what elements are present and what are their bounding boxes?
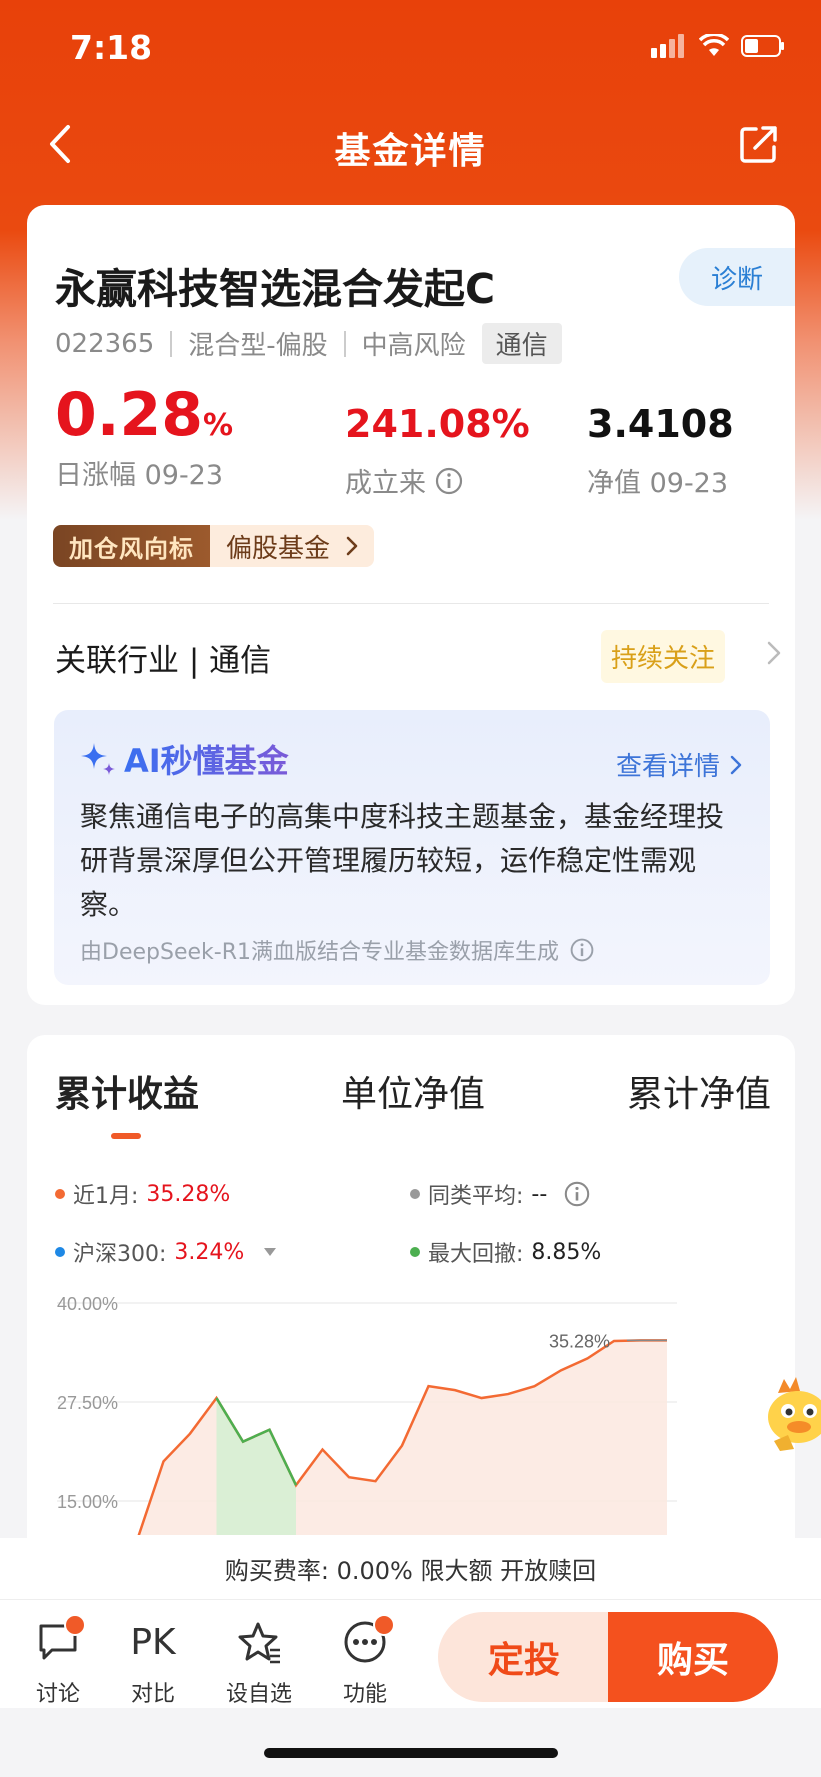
functions-label: 功能 bbox=[342, 1682, 387, 1707]
purchase-fee-info: 购买费率: 0.00% 限大额 开放赎回 bbox=[0, 1538, 821, 1600]
legend-avg-label: 同类平均: bbox=[428, 1184, 524, 1209]
share-icon bbox=[740, 126, 777, 163]
since-inception-stat: 241.08% 成立来 bbox=[345, 405, 530, 500]
caret-down-icon bbox=[264, 1248, 277, 1256]
star-icon bbox=[238, 1622, 280, 1664]
ai-footnote-text: 由DeepSeek-R1满血版结合专业基金数据库生成 bbox=[80, 940, 559, 965]
daily-change-value: 0.28 bbox=[55, 380, 204, 450]
compare-button[interactable]: PK 对比 bbox=[113, 1618, 193, 1708]
plot-area bbox=[137, 1339, 667, 1535]
signal-icon bbox=[651, 34, 684, 58]
separator bbox=[170, 330, 173, 357]
watchlist-label: 设自选 bbox=[225, 1682, 292, 1707]
daily-change-unit: % bbox=[203, 408, 234, 443]
nav-bar: 基金详情 bbox=[0, 100, 821, 190]
ai-link-label: 查看详情 bbox=[615, 752, 720, 782]
ai-summary-text: 聚焦通信电子的高集中度科技主题基金，基金经理投研背景深厚但公开管理履历较短，运作… bbox=[80, 800, 725, 921]
divider bbox=[53, 603, 769, 604]
fund-meta-row: 022365 混合型-偏股 中高风险 通信 bbox=[55, 323, 562, 364]
tab-cumulative-return[interactable]: 累计收益 bbox=[55, 1065, 199, 1117]
discuss-label: 讨论 bbox=[35, 1682, 80, 1707]
legend-dot bbox=[410, 1189, 420, 1199]
info-icon[interactable] bbox=[434, 466, 464, 496]
tab-cumulative-nav[interactable]: 累计净值 bbox=[627, 1065, 771, 1117]
buy-button[interactable]: 购买 bbox=[608, 1612, 778, 1702]
legend-avg-value: -- bbox=[531, 1181, 548, 1207]
fund-info-card: 永赢科技智选混合发起C 诊断 022365 混合型-偏股 中高风险 通信 0.2… bbox=[27, 205, 795, 1005]
y-tick-label: 15.00% bbox=[57, 1492, 118, 1512]
share-button[interactable] bbox=[731, 116, 787, 172]
end-value-label: 35.28% bbox=[549, 1331, 610, 1351]
legend-dot bbox=[410, 1247, 420, 1257]
daily-change-label: 日涨幅 09-23 bbox=[55, 460, 224, 491]
sparkle-icon bbox=[81, 743, 115, 775]
nav-value: 3.4108 bbox=[587, 402, 734, 446]
legend-fund-value: 35.28% bbox=[146, 1181, 231, 1207]
auto-invest-button[interactable]: 定投 bbox=[438, 1612, 610, 1702]
home-indicator bbox=[264, 1748, 558, 1758]
position-banner[interactable]: 加仓风向标 偏股基金 bbox=[53, 525, 375, 567]
performance-card: 累计收益 单位净值 累计净值 近1月: 35.28% 同类平均: -- 沪深30… bbox=[27, 1035, 795, 1555]
y-tick-label: 27.50% bbox=[57, 1393, 118, 1413]
compare-label: 对比 bbox=[130, 1682, 175, 1707]
return-chart[interactable]: 40.00% 27.50% 15.00% 35.28% bbox=[27, 1295, 795, 1535]
add-watchlist-button[interactable]: 设自选 bbox=[219, 1618, 299, 1708]
status-icons bbox=[651, 34, 785, 58]
legend-fund: 近1月: 35.28% bbox=[55, 1178, 230, 1210]
diagnose-button[interactable]: 诊断 bbox=[679, 248, 795, 306]
chart-tabs: 累计收益 单位净值 累计净值 bbox=[27, 1065, 795, 1145]
legend-max-drawdown: 最大回撤: 8.85% bbox=[410, 1236, 601, 1268]
legend-hs300[interactable]: 沪深300: 3.24% bbox=[55, 1236, 278, 1268]
legend-dot bbox=[55, 1189, 65, 1199]
chevron-right-icon bbox=[730, 755, 742, 774]
chevron-right-icon[interactable] bbox=[767, 641, 781, 665]
chevron-right-icon bbox=[346, 536, 358, 556]
info-icon[interactable] bbox=[563, 1180, 591, 1208]
fund-name: 永赢科技智选混合发起C bbox=[55, 265, 496, 313]
follow-tag[interactable]: 持续关注 bbox=[601, 630, 726, 683]
ai-title: AI秒懂基金 bbox=[78, 736, 289, 782]
banner-dark-label: 加仓风向标 bbox=[53, 525, 210, 567]
notification-badge bbox=[373, 1614, 395, 1636]
fund-risk: 中高风险 bbox=[361, 331, 466, 361]
ai-summary-box: AI秒懂基金 查看详情 聚焦通信电子的高集中度科技主题基金，基金经理投研背景深厚… bbox=[54, 710, 770, 985]
wifi-icon bbox=[699, 34, 729, 56]
since-inception-label: 成立来 bbox=[345, 468, 426, 499]
mascot-icon[interactable] bbox=[766, 1375, 821, 1455]
fund-type: 混合型-偏股 bbox=[188, 331, 328, 361]
notification-badge bbox=[64, 1614, 86, 1636]
separator bbox=[343, 330, 346, 357]
status-bar: 7:18 bbox=[0, 0, 821, 95]
page-title: 基金详情 bbox=[334, 131, 487, 172]
daily-change-stat: 0.28% 日涨幅 09-23 bbox=[55, 385, 233, 492]
legend-hs300-value: 3.24% bbox=[174, 1239, 245, 1265]
info-icon[interactable] bbox=[569, 937, 595, 963]
ai-view-details[interactable]: 查看详情 bbox=[616, 746, 742, 783]
fund-code: 022365 bbox=[55, 328, 155, 359]
tab-unit-nav[interactable]: 单位净值 bbox=[341, 1065, 485, 1117]
sector-tag[interactable]: 通信 bbox=[481, 323, 562, 364]
y-tick-label: 40.00% bbox=[57, 1295, 118, 1314]
pk-icon: PK bbox=[130, 1621, 176, 1663]
ai-title-text: AI秒懂基金 bbox=[124, 736, 289, 782]
related-industry[interactable]: 关联行业 | 通信 bbox=[55, 635, 271, 680]
legend-hs300-label: 沪深300: bbox=[73, 1242, 167, 1267]
legend-dot bbox=[55, 1247, 65, 1257]
battery-icon bbox=[741, 35, 784, 57]
legend-fund-label: 近1月: bbox=[73, 1184, 139, 1209]
legend-maxdd-value: 8.85% bbox=[531, 1239, 602, 1265]
since-inception-value: 241.08% bbox=[345, 402, 530, 446]
legend-maxdd-label: 最大回撤: bbox=[428, 1242, 524, 1267]
nav-label: 净值 09-23 bbox=[587, 468, 729, 499]
functions-button[interactable]: 功能 bbox=[325, 1614, 405, 1708]
nav-stat: 3.4108 净值 09-23 bbox=[587, 405, 734, 500]
status-time: 7:18 bbox=[70, 28, 153, 67]
discuss-button[interactable]: 讨论 bbox=[18, 1614, 98, 1708]
ai-footnote: 由DeepSeek-R1满血版结合专业基金数据库生成 bbox=[80, 934, 595, 966]
banner-light-label: 偏股基金 bbox=[226, 533, 331, 564]
active-tab-indicator bbox=[111, 1133, 141, 1139]
bottom-action-bar: 讨论 PK 对比 设自选 功能 定投 购买 bbox=[0, 1600, 821, 1708]
legend-category-average: 同类平均: -- bbox=[410, 1178, 591, 1210]
